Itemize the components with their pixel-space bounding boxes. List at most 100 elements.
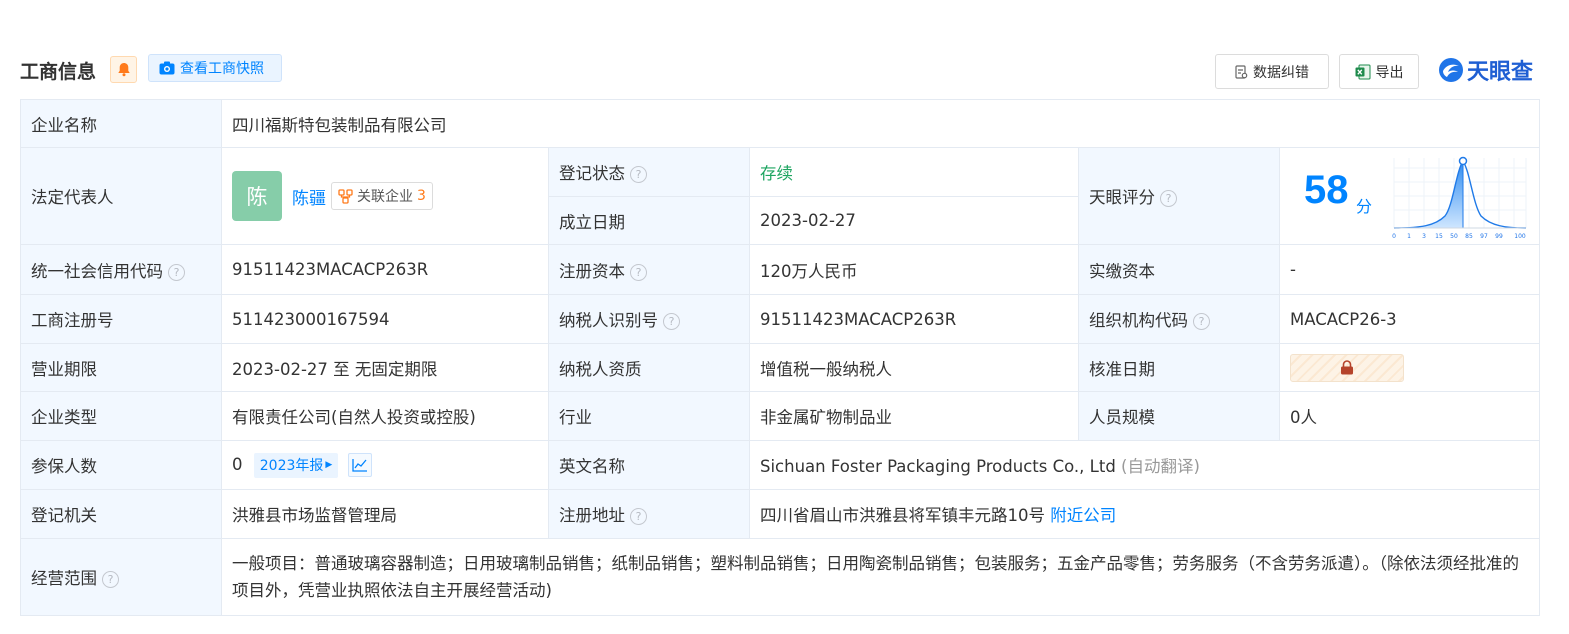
table-row: 法定代表人 陈 陈疆 关联企业 3 登记状态? 存续 天眼评分? 58 分 0 …: [20, 147, 1541, 245]
excel-icon: [1355, 64, 1370, 79]
english-name-value: Sichuan Foster Packaging Products Co., L…: [760, 457, 1116, 476]
avatar[interactable]: 陈: [232, 171, 282, 221]
export-label: 导出: [1375, 64, 1404, 81]
scope-label: 经营范围: [31, 569, 97, 588]
industry-label: 行业: [548, 391, 750, 441]
table-row: 经营范围? 一般项目：普通玻璃容器制造；日用玻璃制品销售；纸制品销售；塑料制品销…: [20, 538, 1541, 616]
axis-tick: 50: [1450, 233, 1458, 240]
help-icon[interactable]: ?: [1160, 190, 1177, 207]
authority-label: 登记机关: [20, 489, 222, 539]
business-info-table: 企业名称 四川福斯特包装制品有限公司 法定代表人 陈 陈疆 关联企业 3 登记状…: [20, 99, 1541, 616]
legal-rep-name-link[interactable]: 陈疆: [292, 184, 326, 209]
credit-code-label: 统一社会信用代码: [31, 261, 163, 281]
org-code-label-cell: 组织机构代码?: [1078, 294, 1280, 344]
axis-tick: 3: [1422, 233, 1426, 240]
table-row: 登记机关 洪雅县市场监督管理局 注册地址? 四川省眉山市洪雅县将军镇丰元路10号…: [20, 489, 1541, 539]
nearby-companies-link[interactable]: 附近公司: [1050, 506, 1116, 525]
taxpayer-id-value: 91511423MACACP263R: [749, 294, 1079, 344]
reg-capital-value: 120万人民币: [749, 244, 1079, 295]
section-title: 工商信息: [20, 61, 97, 83]
reg-no-label: 工商注册号: [20, 294, 222, 344]
status-label: 登记状态: [559, 164, 625, 183]
snapshot-label: 查看工商快照: [180, 61, 264, 77]
insured-value: 0: [232, 454, 243, 474]
term-label: 营业期限: [20, 343, 222, 392]
taxpayer-type-label: 纳税人资质: [548, 343, 750, 392]
founded-value: 2023-02-27: [749, 196, 1079, 245]
axis-tick: 85: [1465, 233, 1473, 240]
axis-tick: 99: [1495, 233, 1503, 240]
insured-label: 参保人数: [20, 440, 222, 490]
axis-tick: 0: [1392, 233, 1396, 240]
approval-date-cell: [1278, 343, 1541, 392]
export-button[interactable]: 导出: [1339, 54, 1419, 89]
related-companies-count: 3: [417, 188, 426, 204]
english-name-label: 英文名称: [548, 440, 750, 490]
table-row: 营业期限 2023-02-27 至 无固定期限 纳税人资质 增值税一般纳税人 核…: [20, 343, 1541, 392]
related-companies-button[interactable]: 关联企业 3: [331, 182, 433, 210]
address-cell: 四川省眉山市洪雅县将军镇丰元路10号 附近公司: [748, 489, 1541, 539]
help-icon[interactable]: ?: [630, 263, 647, 281]
scope-value: 一般项目：普通玻璃容器制造；日用玻璃制品销售；纸制品销售；塑料制品销售；日用陶瓷…: [220, 538, 1541, 616]
document-edit-icon: [1235, 64, 1248, 79]
paid-capital-label: 实缴资本: [1078, 244, 1280, 295]
help-icon[interactable]: ?: [168, 263, 185, 281]
approval-date-label: 核准日期: [1078, 343, 1280, 392]
data-correction-label: 数据纠错: [1253, 64, 1309, 81]
network-icon: [338, 188, 353, 204]
legal-rep-label: 法定代表人: [20, 147, 222, 245]
auto-translate-note: (自动翻译): [1121, 457, 1200, 476]
section-header: 工商信息 查看工商快照 数据纠错 导出 天眼查: [20, 54, 1540, 90]
authority-value: 洪雅县市场监督管理局: [221, 489, 549, 539]
table-row: 参保人数 0 2023年报 ▶ 英文名称 Sichuan Foster Packa…: [20, 440, 1541, 490]
help-icon[interactable]: ?: [663, 313, 680, 330]
annual-report-button[interactable]: 2023年报 ▶: [253, 452, 339, 478]
help-icon[interactable]: ?: [630, 166, 647, 183]
address-value: 四川省眉山市洪雅县将军镇丰元路10号: [760, 506, 1045, 525]
caret-right-icon: ▶: [325, 460, 333, 470]
org-code-label: 组织机构代码: [1089, 311, 1188, 330]
company-type-value: 有限责任公司(自然人投资或控股): [221, 391, 549, 441]
score-unit: 分: [1356, 197, 1373, 216]
logo-text: 天眼查: [1467, 60, 1534, 85]
reg-capital-label-cell: 注册资本?: [548, 244, 750, 295]
snapshot-button[interactable]: 查看工商快照: [148, 54, 282, 82]
bell-icon[interactable]: [110, 56, 137, 83]
table-row: 企业类型 有限责任公司(自然人投资或控股) 行业 非金属矿物制品业 人员规模 0…: [20, 391, 1541, 441]
taxpayer-type-value: 增值税一般纳税人: [749, 343, 1079, 392]
company-type-label: 企业类型: [20, 391, 222, 441]
score-value: 58: [1304, 168, 1349, 212]
tianyancha-logo: 天眼查: [1438, 55, 1533, 85]
axis-tick: 1: [1407, 233, 1411, 240]
axis-tick: 97: [1480, 233, 1488, 240]
address-label-cell: 注册地址?: [548, 489, 750, 539]
table-row: 统一社会信用代码? 91511423MACACP263R 注册资本? 120万人…: [20, 244, 1541, 295]
locked-value[interactable]: [1290, 353, 1404, 382]
score-cell[interactable]: 58 分 0 1 3 15 50 85 97 99 100: [1278, 147, 1541, 245]
reg-no-value: 511423000167594: [221, 294, 549, 344]
help-icon[interactable]: ?: [102, 571, 119, 588]
taxpayer-id-label-cell: 纳税人识别号?: [548, 294, 750, 344]
score-label-cell: 天眼评分?: [1078, 147, 1280, 245]
data-correction-button[interactable]: 数据纠错: [1215, 54, 1329, 89]
staff-size-label: 人员规模: [1078, 391, 1280, 441]
table-row: 企业名称 四川福斯特包装制品有限公司: [20, 99, 1541, 148]
score-label: 天眼评分: [1089, 188, 1155, 207]
staff-size-value: 0人: [1278, 391, 1541, 441]
credit-code-value: 91511423MACACP263R: [221, 244, 549, 295]
help-icon[interactable]: ?: [1193, 313, 1210, 330]
reg-capital-label: 注册资本: [559, 261, 625, 281]
org-code-value: MACACP26-3: [1278, 294, 1541, 344]
score-distribution-chart: 0 1 3 15 50 85 97 99 100: [1392, 156, 1527, 240]
english-name-cell: Sichuan Foster Packaging Products Co., L…: [748, 440, 1541, 490]
term-value: 2023-02-27 至 无固定期限: [221, 343, 549, 392]
industry-value: 非金属矿物制品业: [749, 391, 1079, 441]
trend-chart-icon[interactable]: [347, 453, 372, 477]
paid-capital-value: -: [1278, 244, 1541, 295]
camera-icon: [159, 61, 175, 75]
help-icon[interactable]: ?: [630, 508, 647, 525]
insured-cell: 0 2023年报 ▶: [221, 440, 549, 490]
taxpayer-id-label: 纳税人识别号: [559, 311, 658, 330]
credit-code-label-cell: 统一社会信用代码?: [20, 244, 222, 295]
axis-tick: 15: [1435, 233, 1443, 240]
